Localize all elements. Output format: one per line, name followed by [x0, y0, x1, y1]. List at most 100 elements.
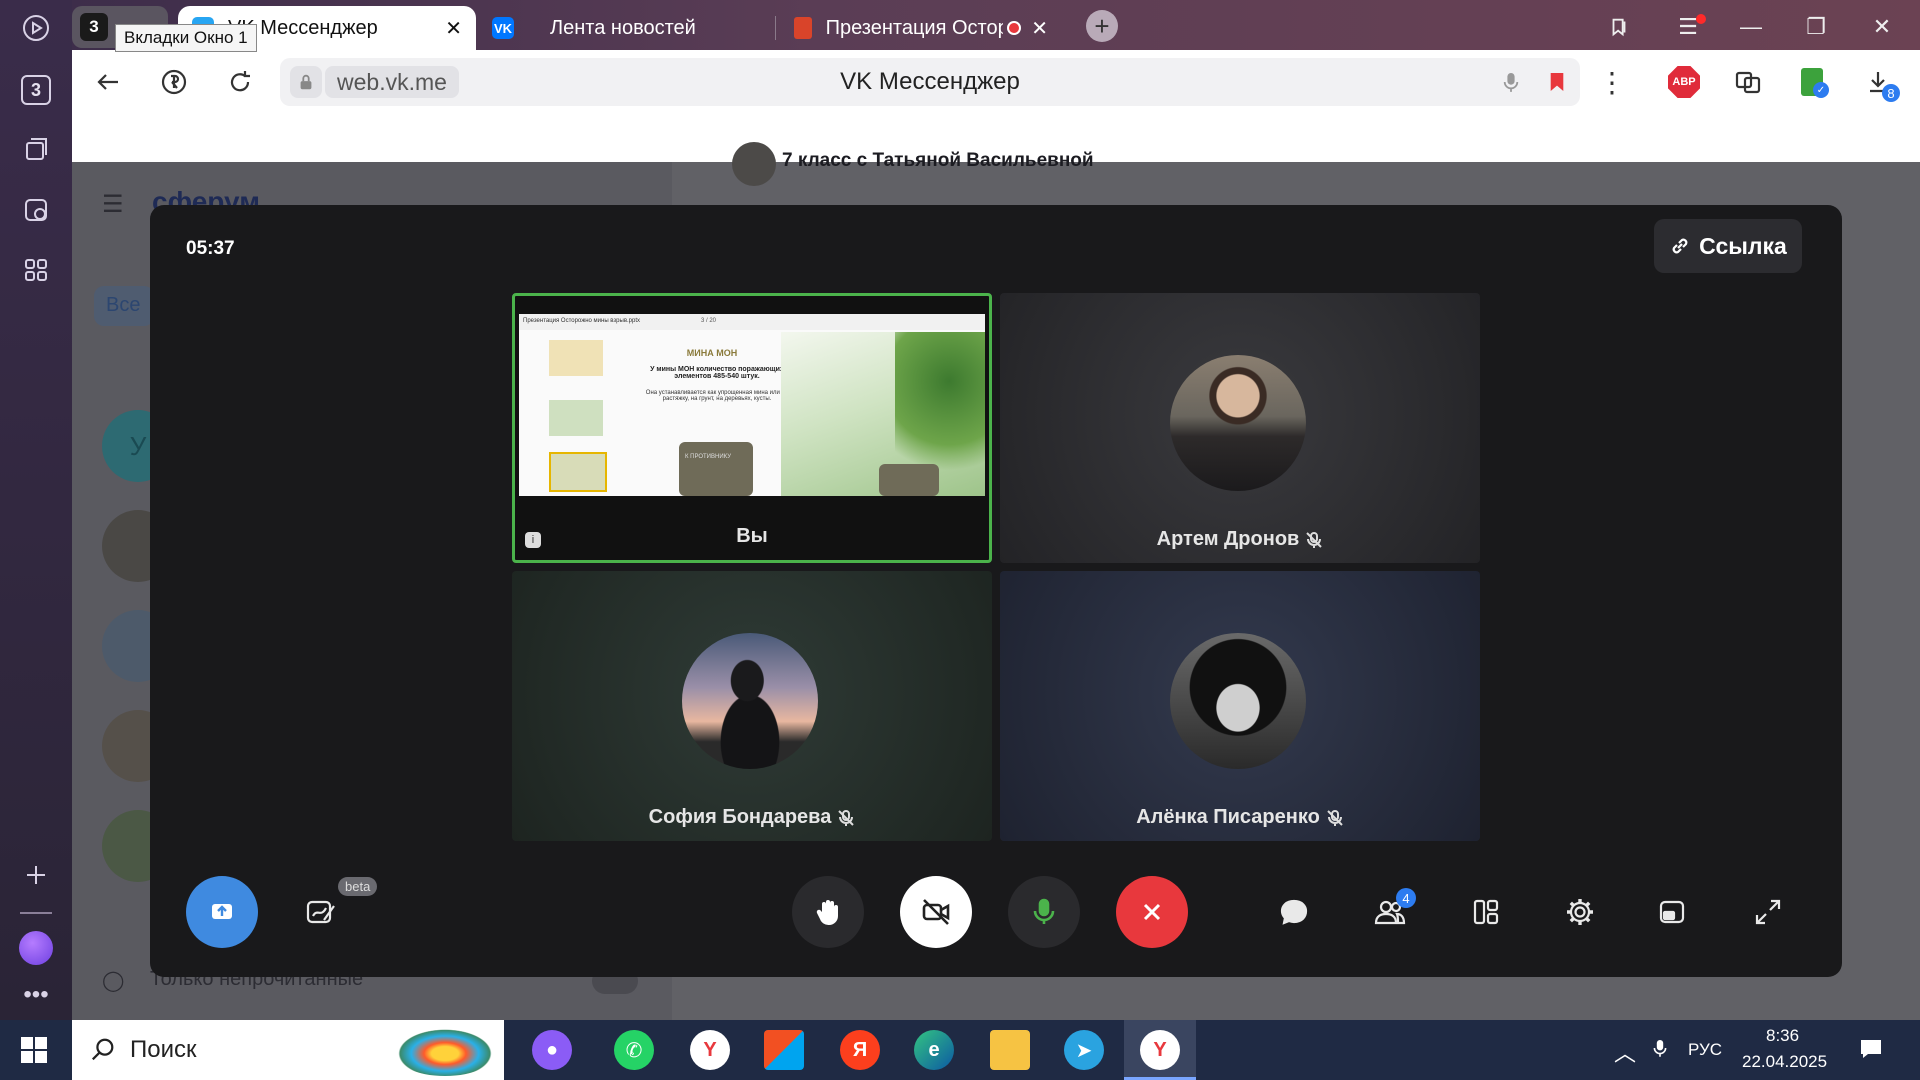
slide-text: Она устанавливается как упрощенная мина … — [645, 390, 789, 402]
tab-label: Презентация Остор — [825, 16, 1004, 39]
end-call-button[interactable] — [1116, 876, 1188, 948]
browser-sidebar: 3 ••• — [0, 0, 72, 1020]
layout-icon — [1473, 899, 1499, 925]
add-icon[interactable] — [16, 855, 56, 895]
shared-screen: Презентация Осторожно мины взрыв.pptx 3 … — [519, 314, 985, 496]
language-indicator[interactable]: РУС — [1688, 1040, 1722, 1060]
whatsapp-icon[interactable]: ✆ — [614, 1030, 654, 1070]
raise-hand-button[interactable] — [792, 876, 864, 948]
beta-badge: beta — [338, 877, 378, 896]
yandex-browser-icon[interactable]: Y — [690, 1030, 730, 1070]
window-close-icon[interactable]: ✕ — [1866, 12, 1898, 42]
close-icon[interactable]: ✕ — [445, 16, 462, 41]
downloads-icon[interactable]: 8 — [1858, 62, 1900, 102]
participants-count-badge: 4 — [1396, 888, 1416, 908]
minimize-call-button[interactable] — [1652, 892, 1692, 932]
participant-avatar — [1170, 633, 1306, 769]
menu-icon[interactable]: ☰ — [1672, 12, 1706, 42]
edge-icon[interactable]: e — [914, 1030, 954, 1070]
participant-avatar — [682, 633, 818, 769]
screen-share-button[interactable] — [186, 876, 258, 948]
participant-name: Вы — [515, 525, 989, 548]
expand-icon — [1755, 899, 1781, 925]
bookmarks-panel-icon[interactable] — [1603, 12, 1635, 42]
participant-tile[interactable]: Артем Дронов — [1000, 293, 1480, 563]
yandex-icon[interactable]: Я — [840, 1030, 880, 1070]
search-highlight-image — [392, 1026, 498, 1076]
notifications-icon[interactable] — [1858, 1036, 1884, 1067]
call-timer: 05:37 — [186, 238, 235, 259]
chevron-up-icon[interactable]: ︿ — [1614, 1036, 1636, 1068]
minimize-icon[interactable]: — — [1735, 12, 1767, 42]
slide-text: У мины МОН количество поражающих элемент… — [650, 366, 784, 380]
microphone-icon[interactable] — [1502, 70, 1520, 99]
tab-news-feed[interactable]: VK Лента новостей — [478, 6, 768, 50]
translate-icon[interactable] — [1728, 62, 1768, 102]
tab-presentation[interactable]: Презентация Остор ✕ — [780, 6, 1062, 50]
collections-icon[interactable] — [16, 130, 56, 170]
participant-tile-self[interactable]: Презентация Осторожно мины взрыв.pptx 3 … — [512, 293, 992, 563]
microphone-button[interactable] — [1008, 876, 1080, 948]
participant-name: Артем Дронов — [1000, 528, 1480, 551]
shared-slide-page: 3 / 20 — [701, 318, 717, 324]
participant-tile[interactable]: Алёнка Писаренко — [1000, 571, 1480, 841]
recording-icon — [1007, 21, 1022, 35]
camera-off-icon — [922, 899, 950, 925]
participants-button[interactable]: 4 — [1370, 888, 1416, 932]
participant-name-text: Вы — [736, 525, 768, 547]
page-title: VK Мессенджер — [840, 68, 1020, 95]
call-link-button[interactable]: Ссылка — [1654, 219, 1802, 273]
taskbar-search[interactable]: Поиск — [72, 1020, 504, 1080]
bookmark-icon[interactable] — [1548, 70, 1566, 99]
alice-icon[interactable] — [16, 928, 56, 968]
slide-thumbnail — [549, 340, 603, 376]
new-tab-button[interactable]: + — [1086, 10, 1118, 42]
adblock-icon[interactable]: ABP — [1668, 66, 1700, 98]
shared-slide-filename: Презентация Осторожно мины взрыв.pptx — [519, 314, 985, 330]
chat-bubble-icon — [1280, 899, 1308, 925]
filter-all-chip[interactable]: Все — [94, 286, 154, 326]
clock-time[interactable]: 8:36 — [1766, 1026, 1799, 1046]
file-explorer-icon[interactable] — [990, 1030, 1030, 1070]
microphone-tray-icon[interactable] — [1652, 1036, 1668, 1065]
yandex-home-icon[interactable] — [154, 62, 194, 102]
mic-muted-icon — [1327, 809, 1343, 826]
hamburger-icon[interactable]: ☰ — [102, 190, 124, 219]
tabs-count: 3 — [21, 75, 51, 105]
extension-icon[interactable]: ✓ — [1792, 62, 1832, 102]
more-icon[interactable]: ••• — [16, 975, 56, 1015]
microsoft-store-icon[interactable] — [764, 1030, 804, 1070]
play-icon[interactable] — [16, 8, 56, 48]
windows-start-icon[interactable] — [20, 1036, 48, 1069]
participant-name-text: Артем Дронов — [1156, 528, 1300, 550]
camera-toggle-button[interactable] — [900, 876, 972, 948]
layout-button[interactable] — [1466, 892, 1506, 932]
tabs-count-button[interactable]: 3 — [16, 70, 56, 110]
gear-icon — [1567, 899, 1593, 925]
reload-icon[interactable] — [220, 62, 260, 102]
participant-tile[interactable]: София Бондарева — [512, 571, 992, 841]
alice-app-icon[interactable]: ● — [532, 1030, 572, 1070]
presentation-icon — [794, 17, 812, 39]
address-bar[interactable]: web.vk.me VK Мессенджер — [280, 58, 1580, 106]
apps-grid-icon[interactable] — [16, 250, 56, 290]
chat-title[interactable]: 7 класс с Татьяной Васильевной — [782, 150, 1094, 172]
slide-thumbnail-active — [549, 452, 607, 492]
close-icon[interactable]: ✕ — [1031, 16, 1048, 41]
mine-illustration — [879, 464, 939, 496]
settings-button[interactable] — [1560, 892, 1600, 932]
fullscreen-button[interactable] — [1748, 892, 1788, 932]
whiteboard-button[interactable] — [300, 892, 340, 932]
restore-icon[interactable]: ❐ — [1800, 12, 1832, 42]
clock-date[interactable]: 22.04.2025 — [1742, 1052, 1827, 1072]
browser-toolbar: web.vk.me VK Мессенджер ⋮ ABP ✓ 8 — [72, 50, 1920, 115]
slide-heading: МИНА МОН — [686, 348, 738, 358]
back-icon[interactable] — [88, 62, 128, 102]
more-vertical-icon[interactable]: ⋮ — [1592, 62, 1632, 102]
taskbar-active-app[interactable]: Y — [1124, 1020, 1196, 1080]
close-icon — [1143, 903, 1161, 921]
chat-button[interactable] — [1274, 892, 1314, 932]
telegram-icon[interactable]: ➤ — [1064, 1030, 1104, 1070]
screenshot-icon[interactable] — [16, 190, 56, 230]
windows-taskbar: Поиск ● ✆ Y Я e ➤ Y ︿ РУС 8:36 22.04.202… — [0, 1020, 1920, 1080]
